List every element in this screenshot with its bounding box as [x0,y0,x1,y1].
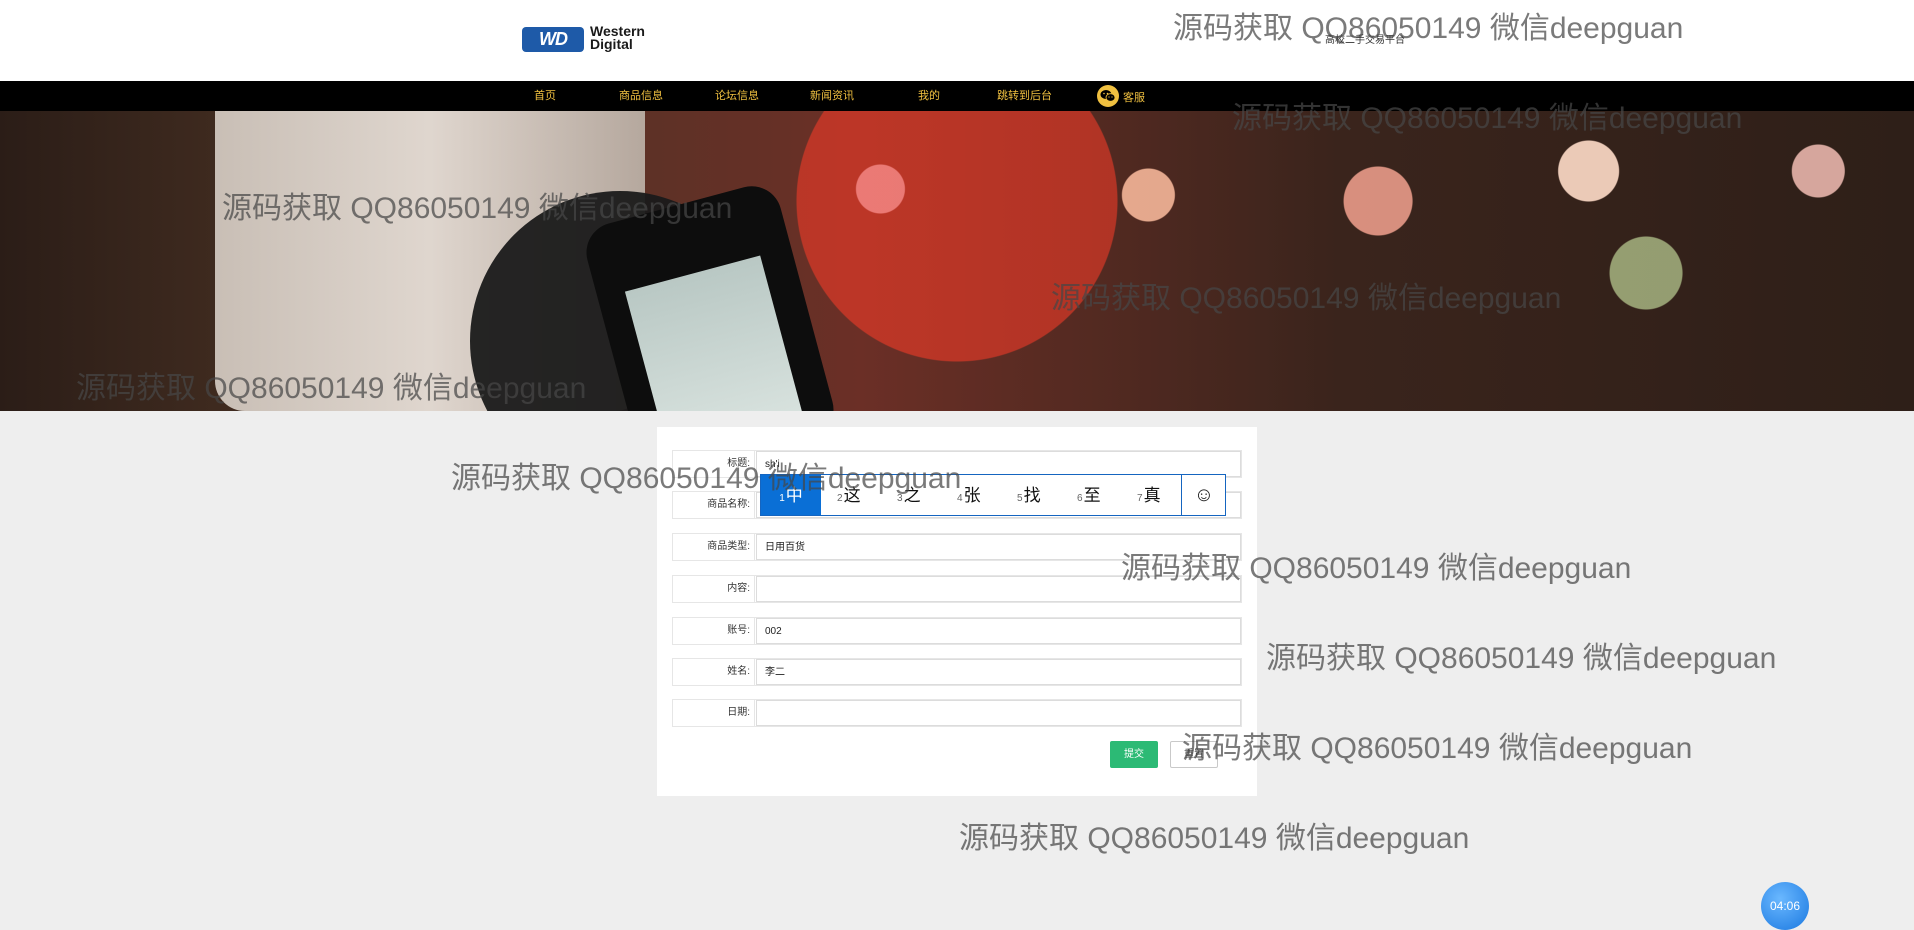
logo-line-2: Digital [590,36,633,52]
site-header: WD Western Digital 高校二手交易平台 [0,0,1914,81]
watermark: 源码获取 QQ86050149 微信deepguan [1182,732,1693,765]
ime-candidate-number: 6 [1077,493,1083,504]
ime-candidate-number: 2 [837,493,843,504]
timer-badge[interactable]: 04:06 [1761,882,1809,930]
ime-candidate-number: 7 [1137,493,1143,504]
site-subtitle: 高校二手交易平台 [1325,35,1405,46]
date-label: 日期: [673,700,755,726]
ime-candidate-text: 这 [843,486,861,505]
nav-forum[interactable]: 论坛信息 [715,81,759,111]
content-input[interactable] [756,576,1241,602]
ime-candidate-7[interactable]: 7真 [1137,475,1161,515]
form-row-account: 账号: 002 [672,617,1242,645]
ime-candidate-text: 找 [1023,486,1041,505]
account-label: 账号: [673,618,755,644]
reset-button[interactable]: 重置 [1170,741,1218,768]
watermark: 源码获取 QQ86050149 微信deepguan [1266,642,1777,675]
watermark: 源码获取 QQ86050149 微信deepguan [959,822,1470,855]
ime-candidate-5[interactable]: 5找 [1017,475,1041,515]
ime-candidate-6[interactable]: 6至 [1077,475,1101,515]
nav-products[interactable]: 商品信息 [619,81,663,111]
ime-candidate-number: 1 [779,493,785,504]
submit-button[interactable]: 提交 [1110,741,1158,768]
ime-candidate-text: 真 [1143,486,1161,505]
name-input[interactable]: 李二 [756,659,1241,685]
ime-candidate-bar: 1中 2这 3之 4张 5找 6至 7真 ☺ [760,474,1226,516]
ime-candidate-text: 之 [903,486,921,505]
nav-service[interactable]: 客服 [1123,83,1145,113]
ime-candidate-text: 至 [1083,486,1101,505]
logo-badge: WD [522,27,584,52]
main-nav: 首页 商品信息 论坛信息 新闻资讯 我的 跳转到后台 客服 [0,81,1914,111]
form-row-product-type: 商品类型: 日用百货 [672,533,1242,561]
nav-admin[interactable]: 跳转到后台 [997,81,1052,111]
nav-news[interactable]: 新闻资讯 [810,81,854,111]
form-row-date: 日期: [672,699,1242,727]
western-digital-logo[interactable]: WD Western Digital [522,22,664,56]
account-input[interactable]: 002 [756,618,1241,644]
ime-candidate-number: 3 [897,493,903,504]
date-input[interactable] [756,700,1241,726]
ime-candidate-3[interactable]: 3之 [897,475,921,515]
ime-candidate-text: 张 [963,486,981,505]
name-label: 姓名: [673,659,755,685]
product-type-label: 商品类型: [673,534,755,560]
wechat-icon[interactable] [1097,85,1119,107]
logo-wordmark: Western Digital [590,24,670,52]
content-label: 内容: [673,576,755,602]
ime-candidate-text: 中 [785,486,803,505]
form-row-name: 姓名: 李二 [672,658,1242,686]
ime-candidate-4[interactable]: 4张 [957,475,981,515]
nav-mine[interactable]: 我的 [918,81,940,111]
ime-candidate-1[interactable]: 1中 [761,475,821,515]
product-type-input[interactable]: 日用百货 [756,534,1241,560]
form-row-content: 内容: [672,575,1242,603]
nav-home[interactable]: 首页 [534,81,556,111]
ime-candidate-number: 4 [957,493,963,504]
ime-emoji-icon[interactable]: ☺ [1181,475,1226,515]
ime-candidate-number: 5 [1017,493,1023,504]
hero-phone-screen [624,255,805,411]
hero-banner [0,111,1914,411]
title-label: 标题: [673,451,755,477]
product-name-label: 商品名称: [673,492,755,518]
ime-candidate-2[interactable]: 2这 [837,475,861,515]
